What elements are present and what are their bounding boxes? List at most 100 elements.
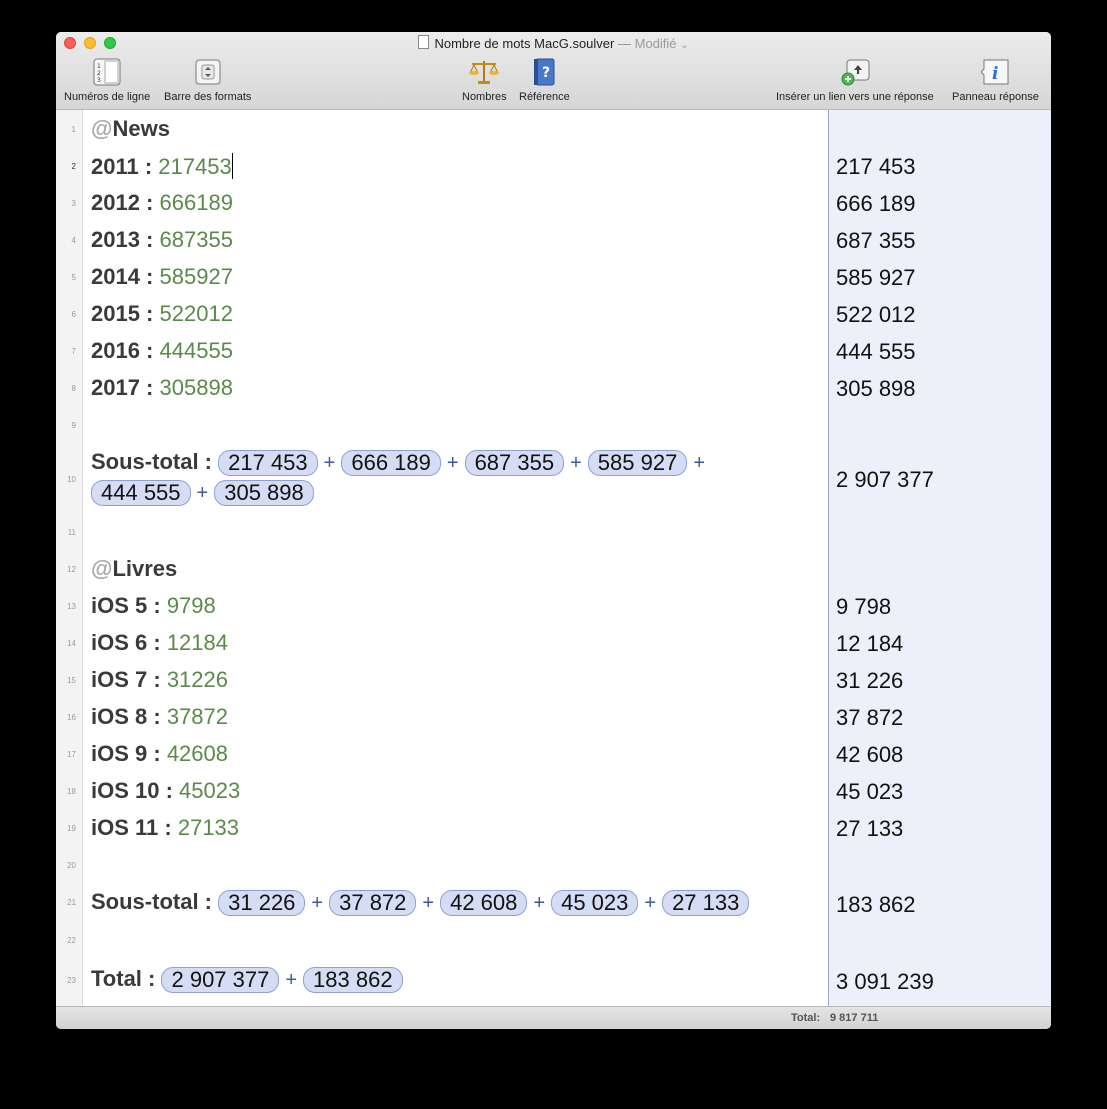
line-reference-token[interactable]: 42 608	[440, 890, 528, 917]
doc-line[interactable]: iOS 8 : 37872	[91, 704, 228, 730]
line-number: 20	[67, 861, 76, 870]
line-reference-token[interactable]: 31 226	[218, 890, 306, 917]
answer-value[interactable]: 3 091 239	[836, 969, 934, 995]
line-number: 10	[67, 475, 76, 484]
numbers-button[interactable]: Nombres	[462, 58, 507, 103]
format-bar-button[interactable]: Barre des formats	[164, 58, 251, 103]
doc-line[interactable]: 2011 : 217453	[91, 153, 233, 180]
answer-value[interactable]: 444 555	[836, 339, 916, 365]
total-label: Total:	[791, 1012, 821, 1024]
answer-value[interactable]: 687 355	[836, 228, 916, 254]
line-number: 8	[71, 384, 76, 393]
doc-line[interactable]: iOS 7 : 31226	[91, 667, 228, 693]
doc-line[interactable]: 2017 : 305898	[91, 375, 233, 401]
svg-text:1: 1	[97, 63, 101, 70]
svg-text:2: 2	[97, 70, 101, 77]
doc-line[interactable]: iOS 10 : 45023	[91, 778, 240, 804]
document-name: Nombre de mots MacG.soulver	[434, 36, 615, 51]
section-heading-livres[interactable]: @Livres	[91, 556, 177, 582]
line-reference-token[interactable]: 37 872	[329, 890, 417, 917]
reference-button[interactable]: ? Référence	[519, 58, 570, 103]
title-separator: —	[617, 36, 631, 51]
doc-line[interactable]: 2016 : 444555	[91, 338, 233, 364]
line-reference-token[interactable]: 27 133	[662, 890, 750, 917]
answer-value[interactable]: 666 189	[836, 191, 916, 217]
answer-value[interactable]: 31 226	[836, 668, 903, 694]
svg-text:3: 3	[97, 77, 101, 84]
format-bar-icon	[194, 58, 222, 86]
insert-link-button[interactable]: Insérer un lien vers une réponse	[776, 58, 934, 103]
line-reference-token[interactable]: 444 555	[91, 480, 191, 507]
window-title[interactable]: Nombre de mots MacG.soulver — Modifié ⌄	[56, 35, 1051, 51]
answer-value[interactable]: 522 012	[836, 302, 916, 328]
line-reference-token[interactable]: 687 355	[464, 450, 565, 477]
line-number: 11	[67, 528, 76, 537]
line-reference-token[interactable]: 183 862	[303, 967, 403, 994]
chevron-down-icon[interactable]: ⌄	[680, 40, 688, 51]
line-numbers-button[interactable]: 1 2 3 Numéros de ligne	[64, 58, 150, 103]
subtotal-livres-line[interactable]: Sous-total : 31 226 +37 872 +42 608 +45 023…	[91, 889, 750, 917]
text-cursor	[231, 153, 233, 179]
subtotal-news-line-wrap[interactable]: 444 555 +305 898	[91, 479, 314, 507]
modified-status: Modifié	[634, 36, 677, 51]
answer-value[interactable]: 45 023	[836, 779, 903, 805]
total-value[interactable]: 9 817 711	[830, 1012, 878, 1024]
line-number-gutter: 1 2 3 4 5 6 7 8 9 10 11 12 13 14 15 16 1…	[56, 110, 83, 1006]
svg-text:i: i	[992, 64, 998, 84]
doc-line[interactable]: 2015 : 522012	[91, 301, 233, 327]
insert-link-label: Insérer un lien vers une réponse	[776, 91, 934, 103]
answer-value[interactable]: 585 927	[836, 265, 916, 291]
answer-panel-label: Panneau réponse	[952, 91, 1039, 103]
line-reference-token[interactable]: 666 189	[341, 450, 441, 477]
line-number: 16	[67, 713, 76, 722]
line-number: 3	[71, 199, 76, 208]
section-heading-news[interactable]: @News	[91, 116, 170, 142]
answer-value[interactable]: 217 453	[836, 154, 916, 180]
line-reference-token[interactable]: 2 907 377	[161, 967, 280, 994]
answer-value[interactable]: 183 862	[836, 892, 916, 918]
doc-line[interactable]: iOS 11 : 27133	[91, 815, 239, 841]
line-numbers-label: Numéros de ligne	[64, 91, 151, 103]
svg-text:?: ?	[542, 65, 550, 81]
line-number: 12	[67, 565, 76, 574]
line-reference-token[interactable]: 217 453	[218, 450, 318, 477]
line-reference-token[interactable]: 585 927	[587, 450, 688, 477]
titlebar: Nombre de mots MacG.soulver — Modifié ⌄ …	[56, 32, 1051, 110]
line-reference-token[interactable]: 305 898	[214, 480, 314, 507]
line-number: 9	[71, 421, 76, 430]
line-number: 2	[71, 162, 76, 171]
line-number: 5	[71, 273, 76, 282]
answer-value[interactable]: 37 872	[836, 705, 903, 731]
answer-value[interactable]: 27 133	[836, 816, 903, 842]
answer-value[interactable]: 2 907 377	[836, 467, 934, 493]
line-numbers-icon: 1 2 3	[93, 58, 121, 86]
info-icon: i	[980, 58, 1009, 86]
doc-line[interactable]: 2013 : 687355	[91, 227, 233, 253]
line-number: 23	[67, 976, 76, 985]
answer-panel-button[interactable]: i Panneau réponse	[952, 58, 1039, 103]
line-number: 14	[67, 639, 76, 648]
answer-panel: 217 453 666 189 687 355 585 927 522 012 …	[828, 110, 1051, 1006]
answer-value[interactable]: 305 898	[836, 376, 916, 402]
line-number: 13	[67, 602, 76, 611]
subtotal-news-line[interactable]: Sous-total : 217 453 +666 189 +687 355 +585…	[91, 449, 711, 477]
line-number: 19	[67, 824, 76, 833]
line-number: 15	[67, 676, 76, 685]
app-window: Nombre de mots MacG.soulver — Modifié ⌄ …	[56, 32, 1051, 1029]
doc-line[interactable]: iOS 5 : 9798	[91, 593, 216, 619]
doc-line[interactable]: iOS 6 : 12184	[91, 630, 228, 656]
total-line[interactable]: Total : 2 907 377 +183 862	[91, 966, 403, 994]
line-number: 17	[67, 750, 76, 759]
doc-line[interactable]: 2014 : 585927	[91, 264, 233, 290]
help-book-icon: ?	[530, 58, 558, 86]
line-reference-token[interactable]: 45 023	[551, 890, 639, 917]
format-bar-label: Barre des formats	[164, 91, 252, 103]
status-bar: Total: 9 817 711	[56, 1006, 1051, 1029]
answer-value[interactable]: 42 608	[836, 742, 903, 768]
document-editor[interactable]: @News 2011 : 217453 2012 : 666189 2013 :…	[83, 110, 828, 1006]
doc-line[interactable]: iOS 9 : 42608	[91, 741, 228, 767]
numbers-label: Nombres	[462, 91, 507, 103]
answer-value[interactable]: 9 798	[836, 594, 891, 620]
answer-value[interactable]: 12 184	[836, 631, 903, 657]
doc-line[interactable]: 2012 : 666189	[91, 190, 233, 216]
